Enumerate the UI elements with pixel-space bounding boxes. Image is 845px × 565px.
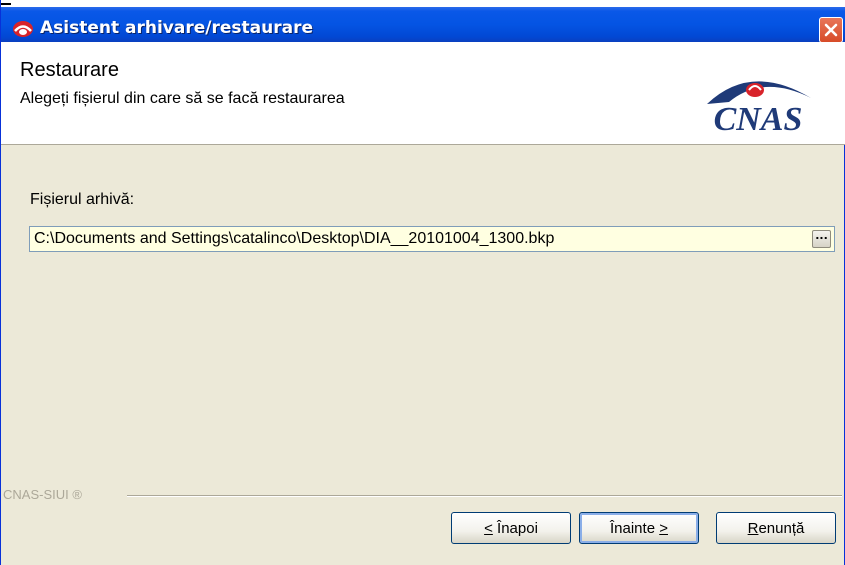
archive-path-field[interactable]: C:\Documents and Settings\catalinco\Desk… bbox=[29, 226, 835, 252]
cnas-app-icon bbox=[13, 21, 33, 37]
window-title: Asistent arhivare/restaurare bbox=[40, 18, 313, 38]
page-subtitle: Alegeți fișierul din care să se facă res… bbox=[20, 90, 345, 107]
back-label: Înapoi bbox=[492, 519, 538, 537]
wizard-window: Asistent arhivare/restaurare Restaurare … bbox=[0, 0, 845, 565]
wizard-header: Restaurare Alegeți fișierul din care să … bbox=[1, 42, 845, 145]
footer-divider bbox=[127, 495, 842, 497]
cancel-button[interactable]: Renunță bbox=[716, 512, 836, 544]
back-button[interactable]: < Înapoi bbox=[451, 512, 571, 544]
next-button[interactable]: Înainte > bbox=[579, 512, 699, 544]
browse-button[interactable]: ... bbox=[812, 230, 831, 248]
cancel-label: enunță bbox=[758, 519, 805, 537]
back-mnemonic: < bbox=[484, 519, 493, 537]
close-button[interactable] bbox=[819, 17, 843, 43]
logo-text: CNAS bbox=[714, 101, 803, 134]
title-bar[interactable]: Asistent arhivare/restaurare bbox=[1, 7, 845, 43]
page-title: Restaurare bbox=[20, 59, 119, 81]
cancel-mnemonic: R bbox=[747, 519, 759, 537]
cnas-logo: CNAS bbox=[707, 81, 811, 134]
next-mnemonic: > bbox=[659, 519, 668, 537]
archive-file-label: Fișierul arhivă: bbox=[30, 191, 135, 208]
archive-path-value: C:\Documents and Settings\catalinco\Desk… bbox=[34, 230, 555, 247]
close-icon bbox=[824, 23, 838, 37]
footer-brand: CNAS-SIUI ® bbox=[3, 487, 82, 502]
next-label: Înainte bbox=[610, 519, 660, 537]
